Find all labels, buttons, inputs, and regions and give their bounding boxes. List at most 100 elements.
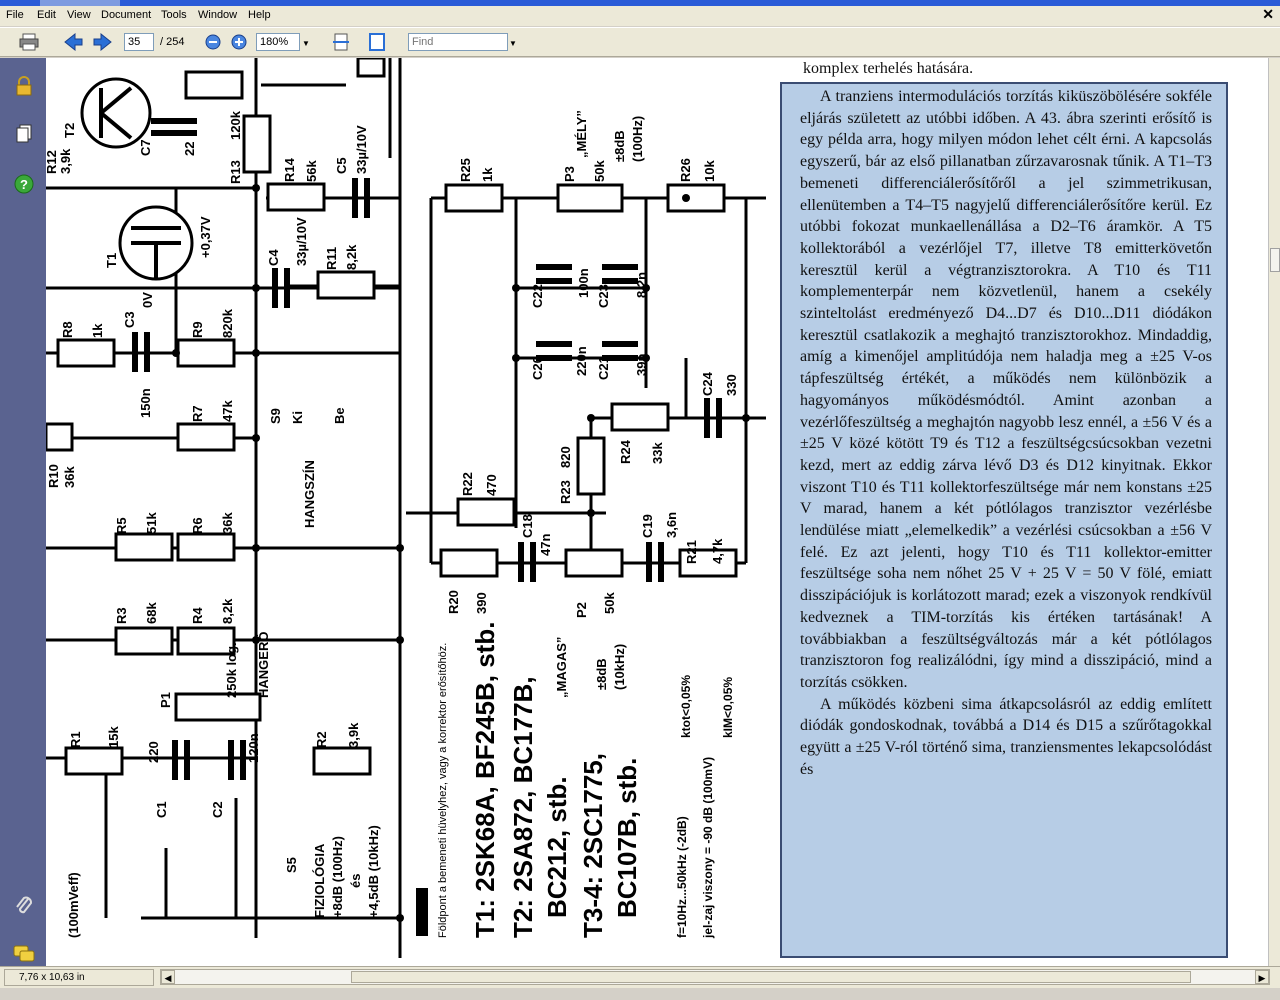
next-page-icon[interactable] xyxy=(92,31,114,53)
fit-page-icon[interactable] xyxy=(366,31,388,53)
schematic-label: R26 xyxy=(678,158,693,182)
schematic-label: C5 xyxy=(334,157,349,174)
print-icon[interactable] xyxy=(18,31,40,53)
close-icon[interactable]: ✕ xyxy=(1262,6,1274,23)
transistor-list: T1: 2SK68A, BF245B, stb. xyxy=(470,622,500,938)
schematic-label: 120n xyxy=(246,733,261,763)
schematic-label: 330 xyxy=(724,374,739,396)
schematic-label: C7 xyxy=(138,139,153,156)
transistor-list: BC107B, stb. xyxy=(612,758,642,918)
menu-view[interactable]: View xyxy=(67,9,91,21)
horizontal-scrollbar[interactable]: ◀ ▶ xyxy=(160,969,1270,985)
schematic-label: 250k log. xyxy=(224,642,239,698)
help-icon[interactable]: ? xyxy=(12,172,36,196)
schematic-label: ±8dB xyxy=(612,130,627,162)
schematic-label: 50k xyxy=(592,160,607,182)
schematic-label: 0V xyxy=(140,292,155,308)
menu-bar: File Edit View Document Tools Window Hel… xyxy=(0,6,1280,26)
schematic-label: R9 xyxy=(190,321,205,338)
menu-help[interactable]: Help xyxy=(248,9,271,21)
vertical-scroll-thumb[interactable] xyxy=(1270,248,1280,272)
menu-window[interactable]: Window xyxy=(198,9,237,21)
schematic-label: T2 xyxy=(62,123,77,138)
zoom-in-icon[interactable] xyxy=(228,31,250,53)
schematic-label: 120k xyxy=(228,110,243,140)
vertical-scrollbar[interactable] xyxy=(1268,58,1280,966)
page-total-label: / 254 xyxy=(160,36,185,48)
schematic-label: R4 xyxy=(190,607,205,624)
schematic-label: C20 xyxy=(530,356,545,380)
circuit-schematic: T2 T1 C7 22 R12 3,9k R13 120k R14 56k C5… xyxy=(46,58,766,958)
schematic-label: 15k xyxy=(106,726,121,748)
schematic-label: 220n xyxy=(574,346,589,376)
attachment-icon[interactable] xyxy=(12,894,36,918)
highlighted-text-block[interactable]: A tranziens intermodulációs torzítás kik… xyxy=(780,82,1228,958)
comments-icon[interactable] xyxy=(12,942,36,966)
spec-frequency: f=10Hz...50kHz (-2dB) xyxy=(675,816,689,938)
schematic-label: R13 xyxy=(228,160,243,184)
document-view[interactable]: komplex terhelés hatására. T2 T1 C7 22 R… xyxy=(46,58,1268,966)
schematic-label: C23 xyxy=(596,284,611,308)
schematic-label: 470 xyxy=(484,474,499,496)
schematic-label: T1 xyxy=(104,253,119,268)
page-number-input[interactable] xyxy=(124,33,154,51)
schematic-label: 8,2n xyxy=(634,272,649,298)
zoom-out-icon[interactable] xyxy=(202,31,224,53)
schematic-label: C19 xyxy=(640,514,655,538)
schematic-label: HANGSZÍN xyxy=(302,460,317,528)
schematic-label: FIZIOLÓGIA xyxy=(312,843,327,918)
menu-document[interactable]: Document xyxy=(101,9,151,21)
schematic-label: R8 xyxy=(60,321,75,338)
zoom-input[interactable] xyxy=(256,33,300,51)
menu-edit[interactable]: Edit xyxy=(37,9,56,21)
schematic-label: 51k xyxy=(144,512,159,534)
schematic-label: R5 xyxy=(114,517,129,534)
lock-icon[interactable] xyxy=(12,74,36,98)
scroll-left-icon[interactable]: ◀ xyxy=(161,970,175,984)
schematic-label: R3 xyxy=(114,607,129,624)
transistor-list: BC212, stb. xyxy=(542,776,572,918)
schematic-label: (10kHz) xyxy=(612,644,627,690)
menu-file[interactable]: File xyxy=(6,9,24,21)
schematic-label: 3,9k xyxy=(58,148,73,174)
schematic-label: 1k xyxy=(90,323,105,338)
menu-tools[interactable]: Tools xyxy=(161,9,187,21)
schematic-label: 33k xyxy=(650,442,665,464)
scroll-right-icon[interactable]: ▶ xyxy=(1255,970,1269,984)
schematic-label: C24 xyxy=(700,371,715,396)
schematic-label: R22 xyxy=(460,472,475,496)
schematic-label: C1 xyxy=(154,801,169,818)
navigation-sidebar: ? xyxy=(0,58,46,966)
spec-snr: jel-zaj viszony = -90 dB (100mV) xyxy=(701,757,715,939)
horizontal-scroll-thumb[interactable] xyxy=(351,971,1191,983)
schematic-label: C21 xyxy=(596,356,611,380)
schematic-label: 50k xyxy=(602,592,617,614)
paragraph: A működés közbeni sima átkapcsolásról az… xyxy=(800,695,1212,778)
schematic-label: „MAGAS” xyxy=(554,637,569,698)
pages-icon[interactable] xyxy=(12,122,36,146)
schematic-label: R20 xyxy=(446,590,461,614)
schematic-label: 3,9k xyxy=(346,722,361,748)
schematic-label: 220 xyxy=(146,741,161,763)
schematic-label: 39n xyxy=(634,354,649,376)
schematic-label: C4 xyxy=(266,249,281,266)
fit-width-icon[interactable] xyxy=(330,31,352,53)
spec-ktot: ktot<0,05% xyxy=(679,675,693,738)
find-dropdown-icon[interactable]: ▼ xyxy=(509,39,517,48)
schematic-label: 33µ/10V xyxy=(294,217,309,266)
svg-text:?: ? xyxy=(20,177,28,192)
schematic-label: C2 xyxy=(210,801,225,818)
schematic-label: Ki xyxy=(290,411,305,424)
schematic-label: 390 xyxy=(474,592,489,614)
find-input[interactable] xyxy=(408,33,508,51)
prev-page-icon[interactable] xyxy=(62,31,84,53)
toolbar: / 254 ▼ ▼ xyxy=(0,27,1280,57)
zoom-dropdown-icon[interactable]: ▼ xyxy=(302,39,310,48)
schematic-label: S5 xyxy=(284,857,299,873)
schematic-label: R10 xyxy=(46,464,61,488)
schematic-label: 47n xyxy=(538,534,553,556)
schematic-label: (100mVeff) xyxy=(66,872,81,938)
schematic-label: 47k xyxy=(220,400,235,422)
schematic-label: és xyxy=(348,874,363,888)
schematic-label: +4,5dB (10kHz) xyxy=(366,825,381,918)
